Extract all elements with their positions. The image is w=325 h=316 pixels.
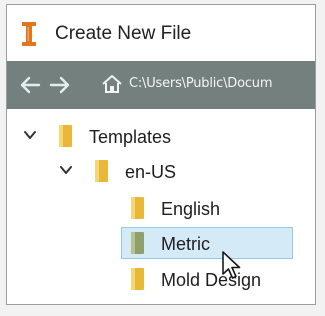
tree-item-english[interactable]: English	[7, 193, 307, 223]
home-icon[interactable]	[101, 73, 123, 95]
forward-arrow-icon[interactable]	[49, 75, 71, 95]
folder-icon	[95, 160, 108, 182]
chevron-down-icon[interactable]	[59, 163, 73, 177]
tree-item-label: English	[161, 199, 221, 219]
tree-item-label: Templates	[89, 127, 172, 147]
tree-item-mold-design[interactable]: Mold Design	[7, 264, 307, 294]
autodesk-inventor-icon	[22, 22, 36, 46]
folder-tree: Templates en-US English Metric Mold Desi…	[7, 109, 315, 304]
create-new-file-dialog: Create New File C:\Users\Public\Docum Te…	[6, 4, 316, 305]
chevron-down-icon[interactable]	[23, 128, 37, 142]
folder-icon	[131, 197, 144, 219]
tree-item-metric[interactable]: Metric	[121, 227, 293, 259]
current-path[interactable]: C:\Users\Public\Docum	[129, 76, 272, 91]
folder-icon	[131, 268, 144, 290]
folder-icon	[59, 125, 72, 147]
folder-icon	[131, 232, 144, 254]
tree-item-label: Mold Design	[161, 270, 262, 290]
tree-item-label: en-US	[125, 162, 177, 182]
path-bar: C:\Users\Public\Docum	[7, 61, 315, 109]
tree-item-label: Metric	[161, 234, 210, 254]
dialog-title: Create New File	[55, 23, 192, 44]
title-bar: Create New File	[7, 5, 315, 61]
tree-item-en-us[interactable]: en-US	[7, 156, 307, 186]
back-arrow-icon[interactable]	[19, 75, 41, 95]
tree-item-templates[interactable]: Templates	[7, 121, 307, 151]
